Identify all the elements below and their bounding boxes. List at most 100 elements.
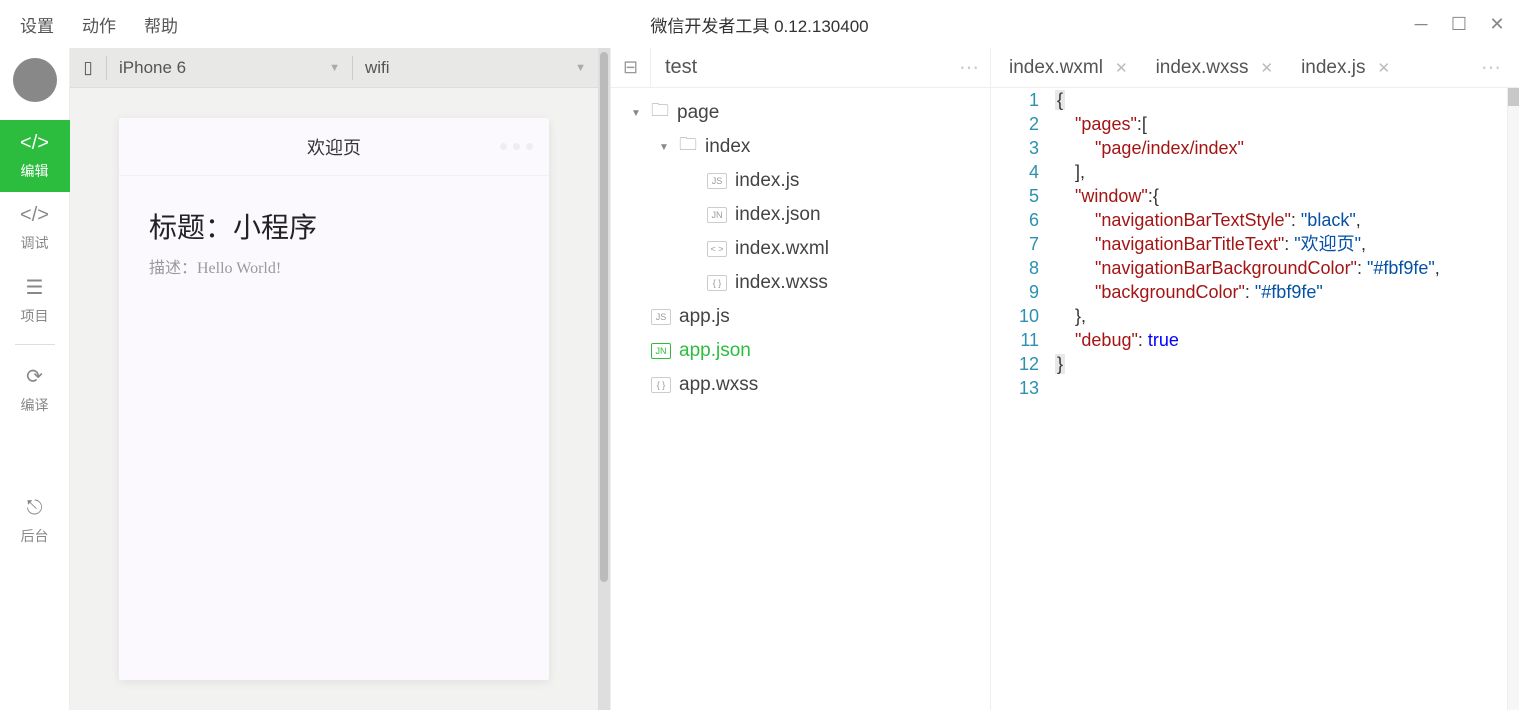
tree-item-app-wxss[interactable]: { } app.wxss [611, 368, 990, 402]
file-tree-panel: ⊟ test ⋯ ▼🗀page▼🗀indexJSindex.jsJNindex.… [610, 48, 990, 710]
line-number: 1 [1003, 88, 1039, 112]
code-line[interactable]: "pages":[ [1055, 112, 1507, 136]
tree-item-label: index.wxss [735, 272, 828, 294]
code-line[interactable]: }, [1055, 304, 1507, 328]
file-type-icon: { } [707, 275, 727, 291]
tab-index-js[interactable]: index.js ✕ [1283, 48, 1400, 87]
code-content[interactable]: { "pages":[ "page/index/index" ], "windo… [1051, 88, 1507, 710]
file-type-icon: { } [651, 377, 671, 393]
tree-structure-icon[interactable]: ⊟ [611, 48, 651, 87]
tree-item-index[interactable]: ▼ 🗀 index [611, 130, 990, 164]
file-type-icon: JN [651, 343, 671, 359]
editor-tabs: index.wxml✕index.wxss✕index.js✕⋯ [991, 48, 1519, 88]
tree-item-label: app.js [679, 306, 730, 328]
tree-item-label: index [705, 136, 750, 158]
nav-dots-icon[interactable] [500, 143, 533, 150]
folder-icon: 🗀 [651, 98, 669, 128]
menubar: 设置 动作 帮助 微信开发者工具 0.12.130400 ─ ☐ ✕ [0, 0, 1519, 48]
project-name: test [651, 56, 950, 79]
tree-item-app-json[interactable]: JNapp.json [611, 334, 990, 368]
sidebar-compile-label: 编译 [21, 395, 49, 415]
code-line[interactable]: { [1055, 88, 1507, 112]
tabs-more-icon[interactable]: ⋯ [1481, 55, 1503, 80]
code-line[interactable]: ], [1055, 160, 1507, 184]
code-line[interactable]: } [1055, 352, 1507, 376]
line-number: 7 [1003, 232, 1039, 256]
sidebar-compile-button[interactable]: ⟳ 编译 [0, 353, 70, 425]
editor-scrollbar[interactable] [1507, 88, 1519, 710]
line-number: 9 [1003, 280, 1039, 304]
tab-close-icon[interactable]: ✕ [1115, 59, 1128, 77]
code-line[interactable] [1055, 376, 1507, 400]
window-title: 微信开发者工具 0.12.130400 [650, 12, 868, 37]
code-line[interactable]: "debug": true [1055, 328, 1507, 352]
chevron-down-icon: ▼ [329, 62, 340, 74]
maximize-icon[interactable]: ☐ [1449, 14, 1469, 34]
folder-icon: 🗀 [679, 132, 697, 162]
compile-icon: ⟳ [26, 364, 43, 389]
code-icon: </> [20, 132, 49, 155]
tree-item-index-wxml[interactable]: < > index.wxml [611, 232, 990, 266]
tab-label: index.wxml [1009, 57, 1103, 79]
tree-item-app-js[interactable]: JSapp.js [611, 300, 990, 334]
code-line[interactable]: "page/index/index" [1055, 136, 1507, 160]
tab-close-icon[interactable]: ✕ [1260, 59, 1273, 77]
code-line[interactable]: "navigationBarTitleText": "欢迎页", [1055, 232, 1507, 256]
line-number: 6 [1003, 208, 1039, 232]
network-name: wifi [365, 58, 390, 78]
code-editor[interactable]: 12345678910111213 { "pages":[ "page/inde… [991, 88, 1519, 710]
simulator: 欢迎页 标题：小程序 描述：Hello World! [70, 88, 598, 710]
expand-arrow-icon[interactable]: ▼ [631, 108, 643, 119]
sidebar-project-button[interactable]: ☰ 项目 [0, 264, 70, 336]
list-icon: ☰ [26, 275, 44, 300]
code-line[interactable]: "window":{ [1055, 184, 1507, 208]
menu-help[interactable]: 帮助 [144, 12, 178, 37]
scrollbar[interactable] [598, 48, 610, 710]
minimize-icon[interactable]: ─ [1411, 14, 1431, 34]
menu-action[interactable]: 动作 [82, 12, 116, 37]
code-line[interactable]: "navigationBarBackgroundColor": "#fbf9fe… [1055, 256, 1507, 280]
tree-body: ▼🗀page▼🗀indexJSindex.jsJNindex.json< >in… [611, 88, 990, 410]
sidebar-project-label: 项目 [21, 306, 49, 326]
line-number: 4 [1003, 160, 1039, 184]
sidebar-backend-label: 后台 [21, 526, 49, 546]
line-number: 3 [1003, 136, 1039, 160]
sidebar-debug-label: 调试 [21, 233, 49, 253]
line-number: 10 [1003, 304, 1039, 328]
menu-settings[interactable]: 设置 [20, 12, 54, 37]
device-dropdown[interactable]: iPhone 6 ▼ [107, 58, 352, 78]
close-icon[interactable]: ✕ [1487, 14, 1507, 34]
tree-item-label: index.wxml [735, 238, 829, 260]
device-bar: ▯ iPhone 6 ▼ wifi ▼ [70, 48, 598, 88]
tree-item-label: index.json [735, 204, 821, 226]
avatar[interactable] [13, 58, 57, 102]
tree-item-label: index.js [735, 170, 799, 192]
debug-icon: </> [20, 204, 49, 227]
tab-close-icon[interactable]: ✕ [1377, 59, 1390, 77]
phone-nav-title: 欢迎页 [307, 134, 361, 160]
sidebar-edit-button[interactable]: </> 编辑 [0, 120, 70, 192]
tree-item-label: page [677, 102, 719, 124]
network-dropdown[interactable]: wifi ▼ [353, 58, 598, 78]
tree-item-index-js[interactable]: JSindex.js [611, 164, 990, 198]
tree-more-icon[interactable]: ⋯ [950, 55, 990, 80]
tab-index-wxss[interactable]: index.wxss✕ [1138, 48, 1284, 87]
line-number: 5 [1003, 184, 1039, 208]
code-line[interactable]: "navigationBarTextStyle": "black", [1055, 208, 1507, 232]
tree-item-index-wxss[interactable]: { } index.wxss [611, 266, 990, 300]
tree-item-label: app.wxss [679, 374, 758, 396]
expand-arrow-icon[interactable]: ▼ [659, 142, 671, 153]
code-line[interactable]: "backgroundColor": "#fbf9fe" [1055, 280, 1507, 304]
sidebar-debug-button[interactable]: </> 调试 [0, 192, 70, 264]
line-number-gutter: 12345678910111213 [991, 88, 1051, 710]
sidebar-backend-button[interactable]: ⎋ 后台 [0, 485, 70, 557]
page-heading: 标题：小程序 [149, 206, 519, 246]
file-type-icon: < > [707, 241, 727, 257]
backend-icon: ⎋ [27, 497, 43, 520]
tree-item-page[interactable]: ▼ 🗀 page [611, 96, 990, 130]
phone-icon[interactable]: ▯ [70, 58, 106, 78]
tab-index-wxml[interactable]: index.wxml ✕ [991, 48, 1138, 87]
tab-label: index.js [1301, 57, 1365, 79]
line-number: 13 [1003, 376, 1039, 400]
tree-item-index-json[interactable]: JNindex.json [611, 198, 990, 232]
